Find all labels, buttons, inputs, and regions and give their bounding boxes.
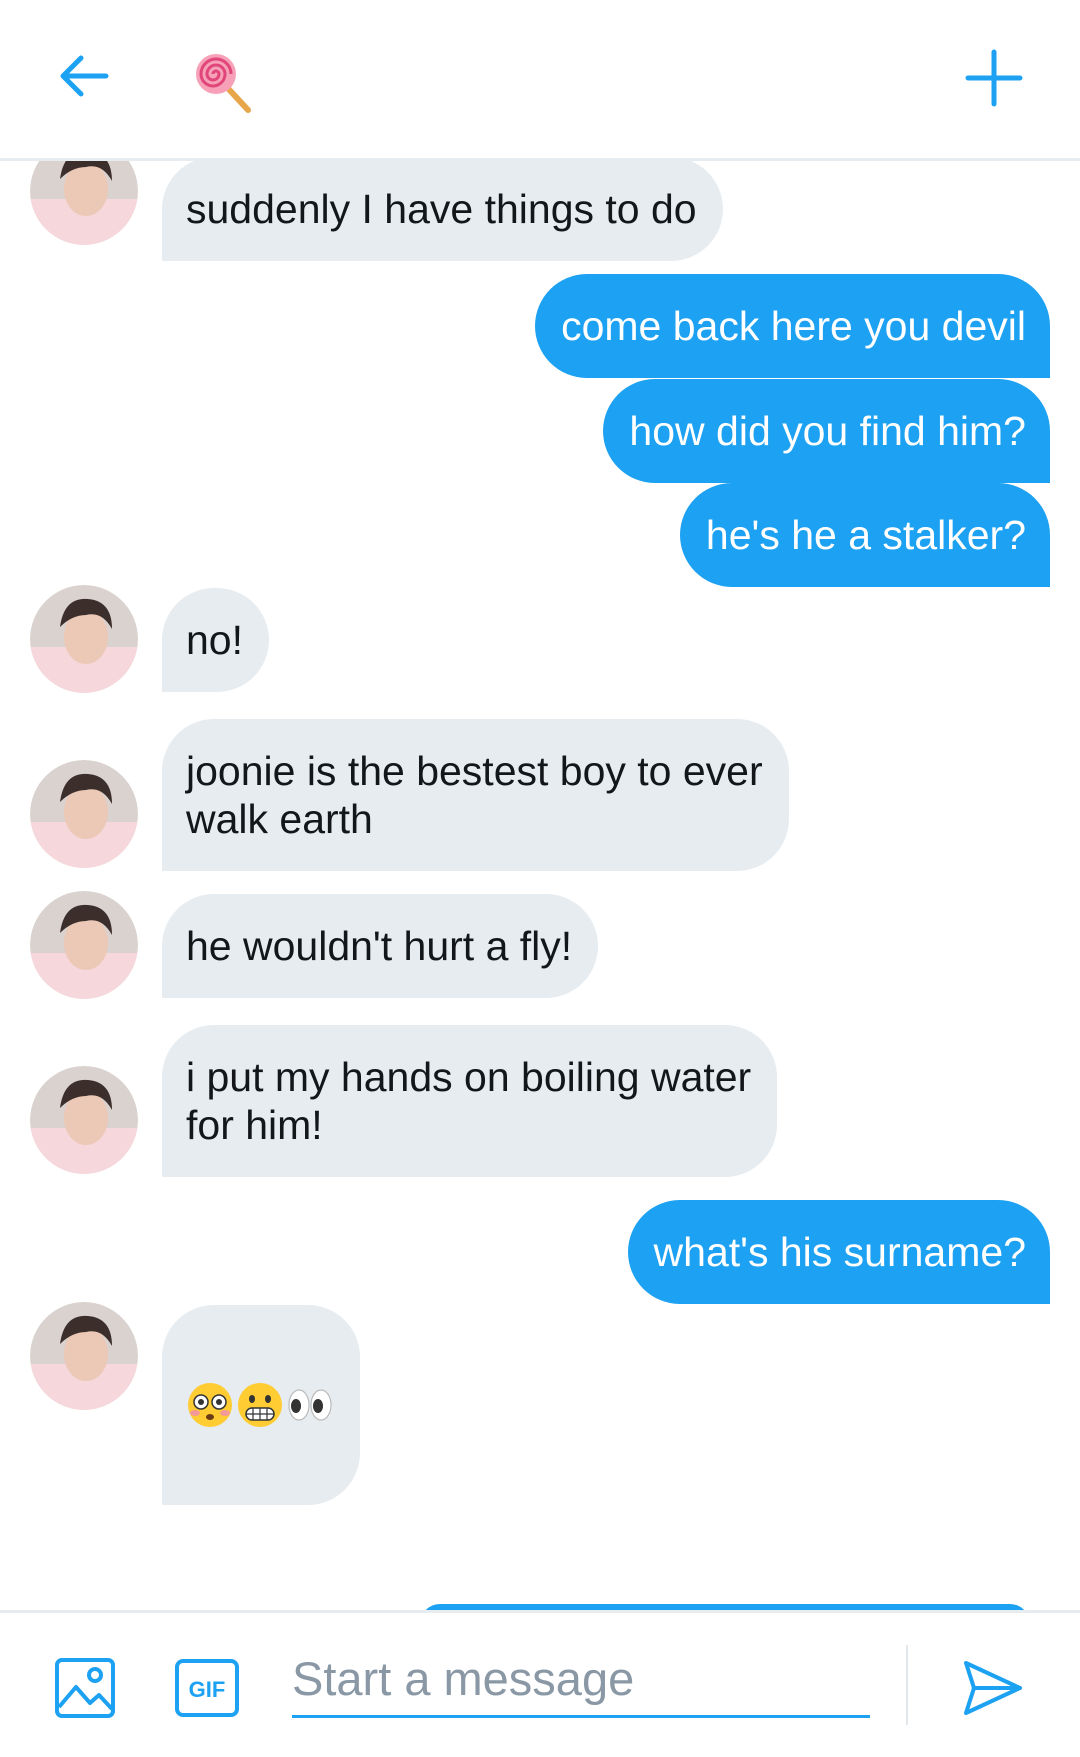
- message-input[interactable]: Start a message: [292, 1643, 870, 1718]
- message-thread[interactable]: suddenly I have things to do come back h…: [0, 161, 1080, 1610]
- message-bubble-incoming[interactable]: joonie is the bestest boy to ever walk e…: [162, 719, 789, 871]
- message-bubble-incoming[interactable]: no!: [162, 588, 269, 692]
- gif-button[interactable]: GIF: [174, 1658, 240, 1718]
- message-bubble-incoming[interactable]: [162, 1305, 360, 1505]
- message-bubble-outgoing[interactable]: come back here you devil: [535, 274, 1050, 378]
- divider: [906, 1645, 908, 1725]
- avatar[interactable]: [30, 1066, 138, 1174]
- message-bubble-incoming[interactable]: suddenly I have things to do: [162, 161, 723, 261]
- message-bubble-outgoing[interactable]: how did you find him?: [603, 379, 1050, 483]
- message-bubble-incoming[interactable]: i put my hands on boiling water for him!: [162, 1025, 778, 1177]
- lollipop-icon[interactable]: [190, 50, 254, 114]
- avatar[interactable]: [30, 1302, 138, 1410]
- send-icon[interactable]: [962, 1657, 1024, 1719]
- eyes-icon: [288, 1389, 332, 1421]
- message-bubble-outgoing[interactable]: what's his surname?: [627, 1200, 1050, 1304]
- message-bubble-incoming[interactable]: he wouldn't hurt a fly!: [162, 894, 599, 998]
- grimacing-face-icon: [238, 1383, 282, 1427]
- avatar[interactable]: [30, 585, 138, 693]
- avatar[interactable]: [30, 161, 138, 245]
- avatar[interactable]: [30, 760, 138, 868]
- gif-label: GIF: [189, 1677, 226, 1702]
- arrow-left-icon[interactable]: [54, 46, 114, 106]
- avatar[interactable]: [30, 891, 138, 999]
- flushed-face-icon: [188, 1383, 232, 1427]
- image-icon[interactable]: [54, 1657, 116, 1719]
- message-bubble-outgoing[interactable]: he's he a stalker?: [679, 483, 1050, 587]
- plus-icon[interactable]: [962, 46, 1026, 110]
- message-composer: GIF Start a message: [0, 1610, 1080, 1757]
- conversation-header: [0, 0, 1080, 161]
